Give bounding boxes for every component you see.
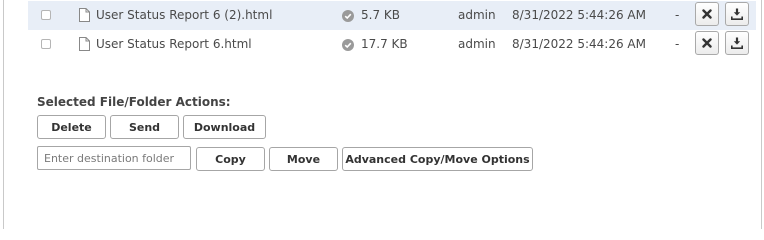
file-extra: - <box>675 8 680 22</box>
send-button[interactable]: Send <box>110 115 179 139</box>
delete-file-button[interactable] <box>695 31 719 55</box>
file-manager-panel: User Status Report 6 (2).html 5.7 KB adm… <box>0 0 764 229</box>
close-x-icon <box>702 38 712 48</box>
download-icon <box>731 8 743 20</box>
file-owner: admin <box>458 37 496 51</box>
close-x-icon <box>702 9 712 19</box>
file-row[interactable]: User Status Report 6.html 17.7 KB admin … <box>28 30 756 59</box>
file-row[interactable]: User Status Report 6 (2).html 5.7 KB adm… <box>28 1 756 30</box>
check-circle-icon <box>342 39 354 51</box>
file-icon <box>79 37 90 51</box>
file-size: 5.7 KB <box>361 8 400 22</box>
download-button[interactable]: Download <box>183 115 266 139</box>
file-owner: admin <box>458 8 496 22</box>
file-date: 8/31/2022 5:44:26 AM <box>512 37 646 51</box>
copy-button[interactable]: Copy <box>196 147 265 171</box>
file-icon <box>79 8 90 22</box>
download-icon <box>731 37 743 49</box>
download-file-button[interactable] <box>725 31 749 55</box>
panel-right-border <box>761 0 762 229</box>
destination-folder-input[interactable] <box>37 146 191 170</box>
file-name-link[interactable]: User Status Report 6 (2).html <box>96 8 272 22</box>
move-button[interactable]: Move <box>269 147 338 171</box>
delete-button[interactable]: Delete <box>37 115 106 139</box>
panel-left-border <box>3 0 4 229</box>
download-file-button[interactable] <box>725 2 749 26</box>
row-select-checkbox[interactable] <box>41 10 51 20</box>
file-name-link[interactable]: User Status Report 6.html <box>96 37 252 51</box>
check-circle-icon <box>342 10 354 22</box>
file-size: 17.7 KB <box>361 37 408 51</box>
file-date: 8/31/2022 5:44:26 AM <box>512 8 646 22</box>
selected-actions-label: Selected File/Folder Actions: <box>37 95 231 109</box>
delete-file-button[interactable] <box>695 2 719 26</box>
row-select-checkbox[interactable] <box>41 39 51 49</box>
advanced-copy-move-button[interactable]: Advanced Copy/Move Options <box>342 147 533 171</box>
file-extra: - <box>675 37 680 51</box>
